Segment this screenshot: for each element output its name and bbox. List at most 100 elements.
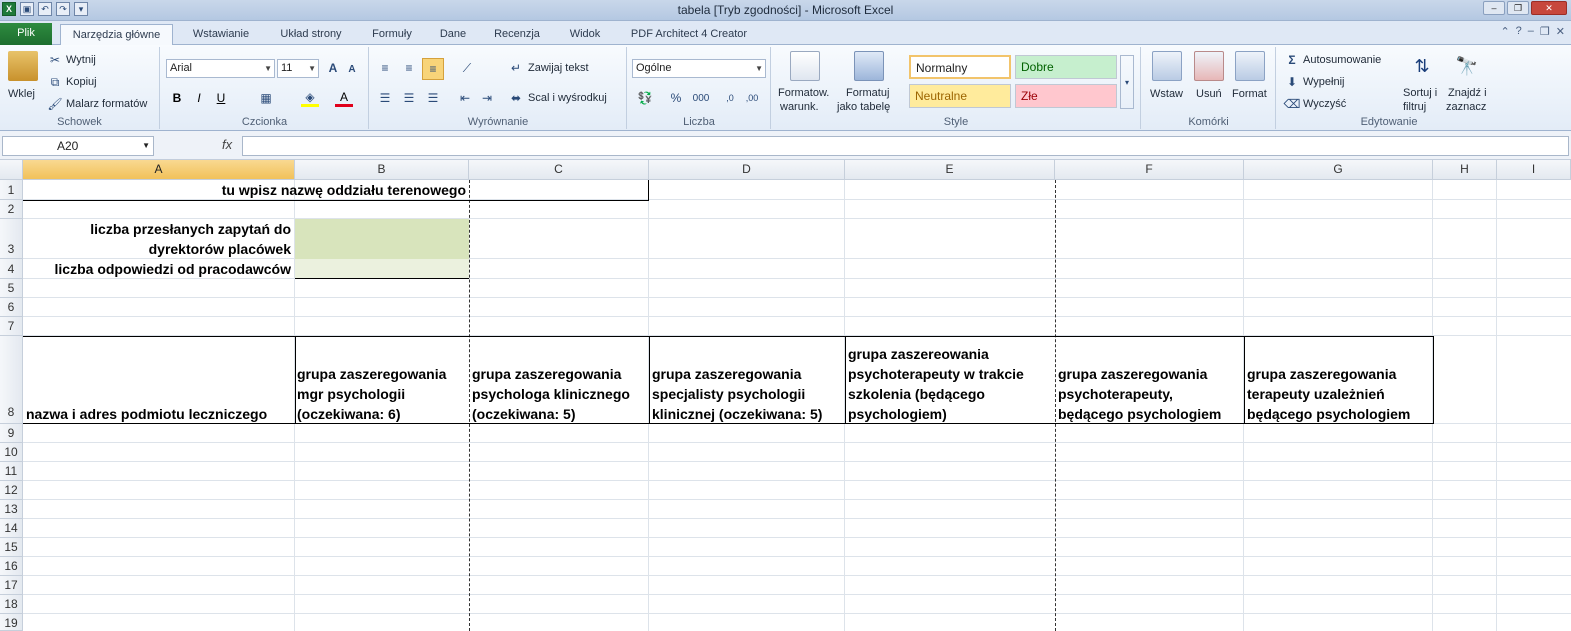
window-minimize-icon[interactable]: –	[1528, 25, 1534, 38]
cell-a4[interactable]: liczba odpowiedzi od pracodawców	[23, 259, 293, 279]
styles-more-icon[interactable]: ▾	[1120, 55, 1134, 109]
tab-insert[interactable]: Wstawianie	[183, 24, 259, 45]
row-header[interactable]: 4	[0, 259, 23, 279]
restore-button[interactable]: ❐	[1507, 1, 1529, 15]
row-header[interactable]: 6	[0, 298, 23, 317]
close-button[interactable]: ✕	[1531, 1, 1567, 15]
insert-button[interactable]: Wstaw	[1150, 88, 1183, 100]
cell-d8[interactable]: grupa zaszeregowania specjalisty psychol…	[652, 364, 844, 424]
cell-f8[interactable]: grupa zaszeregowania psychoterapeuty, bę…	[1058, 364, 1243, 424]
column-header-e[interactable]: E	[845, 160, 1055, 180]
fill-color-icon[interactable]: ◈	[301, 89, 319, 107]
fill-button[interactable]: Wypełnij	[1303, 76, 1344, 88]
font-size-select[interactable]: 11 ▼	[277, 59, 319, 78]
row-header[interactable]: 18	[0, 595, 23, 614]
tab-view[interactable]: Widok	[560, 24, 610, 45]
currency-icon[interactable]: 💱	[634, 89, 656, 107]
column-header-a[interactable]: A	[23, 160, 295, 180]
row-header[interactable]: 12	[0, 481, 23, 500]
clear-icon[interactable]: ⌫	[1284, 97, 1301, 111]
clear-button[interactable]: Wyczyść	[1303, 98, 1346, 110]
cell-c8[interactable]: grupa zaszeregowania psychologa kliniczn…	[472, 364, 648, 424]
column-header-b[interactable]: B	[295, 160, 469, 180]
font-name-select[interactable]: Arial ▼	[166, 59, 275, 78]
bold-icon[interactable]: B	[169, 89, 185, 107]
increase-decimal-icon[interactable]: ,0	[720, 89, 740, 107]
row-header[interactable]: 11	[0, 462, 23, 481]
delete-button[interactable]: Usuń	[1196, 88, 1222, 100]
align-center-icon[interactable]: ☰	[400, 89, 418, 107]
cell-b8[interactable]: grupa zaszeregowania mgr psychologii (oc…	[297, 364, 469, 424]
align-middle-icon[interactable]: ≡	[400, 59, 418, 77]
style-normal[interactable]: Normalny	[909, 55, 1011, 79]
comma-style-icon[interactable]: 000	[690, 89, 712, 107]
format-cells-icon[interactable]	[1235, 51, 1265, 81]
column-header-d[interactable]: D	[649, 160, 845, 180]
fill-icon[interactable]: ⬇	[1285, 75, 1299, 89]
align-bottom-icon[interactable]: ≡	[422, 58, 444, 80]
input-cell-b3[interactable]	[295, 219, 469, 259]
percent-icon[interactable]: %	[668, 89, 684, 107]
autosum-button[interactable]: Autosumowanie	[1303, 54, 1381, 66]
sort-filter-label2[interactable]: filtruj	[1403, 101, 1426, 113]
font-color-icon[interactable]: A	[335, 89, 353, 107]
row-header[interactable]: 19	[0, 614, 23, 631]
window-restore-icon[interactable]: ❐	[1540, 25, 1550, 38]
row-header[interactable]: 13	[0, 500, 23, 519]
format-button[interactable]: Format	[1232, 88, 1267, 100]
number-format-select[interactable]: Ogólne ▼	[632, 59, 766, 78]
worksheet-grid[interactable]: A B C D E F G H I 1 2 3 4 5 6 7 8 9 10 1…	[0, 160, 1571, 631]
minimize-button[interactable]: –	[1483, 1, 1505, 15]
decrease-decimal-icon[interactable]: ,00	[742, 89, 762, 107]
minimize-ribbon-icon[interactable]: ⌃	[1500, 25, 1509, 38]
find-select-button[interactable]: Znajdź i	[1448, 87, 1487, 99]
cell-a8[interactable]: nazwa i adres podmiotu leczniczego	[26, 404, 294, 424]
row-header[interactable]: 10	[0, 443, 23, 462]
find-select-label2[interactable]: zaznacz	[1446, 101, 1486, 113]
row-header[interactable]: 2	[0, 200, 23, 219]
help-icon[interactable]: ?	[1516, 25, 1522, 38]
row-header[interactable]: 5	[0, 279, 23, 298]
cell-a3-line1[interactable]: liczba przesłanych zapytań do	[23, 219, 293, 239]
align-left-icon[interactable]: ☰	[376, 89, 394, 107]
tab-data[interactable]: Dane	[432, 24, 474, 45]
format-as-table-label2[interactable]: jako tabelę	[837, 101, 890, 113]
conditional-format-icon[interactable]	[790, 51, 820, 81]
delete-cells-icon[interactable]	[1194, 51, 1224, 81]
select-all-corner[interactable]	[0, 160, 23, 180]
row-header[interactable]: 16	[0, 557, 23, 576]
tab-pdf-architect[interactable]: PDF Architect 4 Creator	[622, 24, 756, 45]
column-header-c[interactable]: C	[469, 160, 649, 180]
tab-formulas[interactable]: Formuły	[364, 24, 420, 45]
format-as-table-button[interactable]: Formatuj	[846, 87, 889, 99]
conditional-format-label2[interactable]: warunk.	[780, 101, 819, 113]
style-good[interactable]: Dobre	[1015, 55, 1117, 79]
italic-icon[interactable]: I	[191, 89, 207, 107]
merge-center-icon[interactable]: ⬌	[508, 89, 524, 107]
cut-button[interactable]: Wytnij	[66, 54, 96, 66]
style-neutral[interactable]: Neutralne	[909, 84, 1011, 108]
column-header-h[interactable]: H	[1433, 160, 1497, 180]
wrap-text-icon[interactable]: ↵	[508, 59, 524, 77]
insert-function-icon[interactable]: fx	[222, 137, 232, 152]
row-header[interactable]: 14	[0, 519, 23, 538]
format-painter-button[interactable]: Malarz formatów	[66, 98, 147, 110]
paste-button[interactable]: Wklej	[8, 88, 35, 100]
align-right-icon[interactable]: ☰	[424, 89, 442, 107]
sort-filter-icon[interactable]: ⇅	[1407, 51, 1437, 81]
window-close-icon[interactable]: ✕	[1556, 25, 1565, 38]
sort-filter-button[interactable]: Sortuj i	[1403, 87, 1437, 99]
row-header[interactable]: 15	[0, 538, 23, 557]
tab-review[interactable]: Recenzja	[487, 24, 547, 45]
cut-icon[interactable]: ✂	[48, 53, 62, 67]
row-header[interactable]: 9	[0, 424, 23, 443]
shrink-font-icon[interactable]: A	[345, 61, 359, 77]
underline-icon[interactable]: U	[213, 89, 229, 107]
column-header-g[interactable]: G	[1244, 160, 1433, 180]
conditional-format-button[interactable]: Formatow.	[778, 87, 829, 99]
format-painter-icon[interactable]: 🖌	[47, 97, 62, 111]
autosum-icon[interactable]: Σ	[1285, 53, 1299, 67]
borders-icon[interactable]: ▦	[257, 89, 275, 107]
wrap-text-button[interactable]: Zawijaj tekst	[528, 62, 589, 74]
copy-button[interactable]: Kopiuj	[66, 76, 97, 88]
